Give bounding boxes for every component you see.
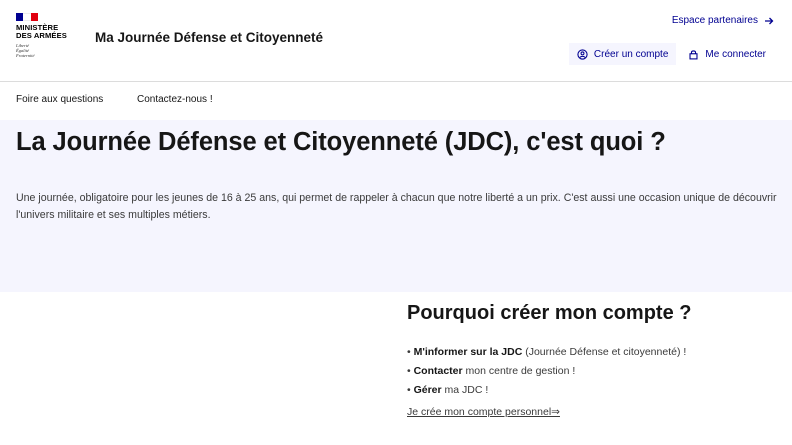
why-title: Pourquoi créer mon compte ? — [407, 302, 692, 324]
list-item: • Gérer ma JDC ! — [407, 384, 489, 396]
arrow-right-icon — [765, 17, 774, 24]
user-circle-icon — [577, 48, 588, 60]
main-nav: Foire aux questions Contactez-nous ! — [0, 82, 792, 120]
hero-description: Une journée, obligatoire pour les jeunes… — [16, 192, 777, 221]
logo-motto: Liberté Égalité Fraternité — [16, 43, 35, 59]
ministry-logo[interactable]: MINISTÈRE DES ARMÉES Liberté Égalité Fra… — [16, 13, 76, 59]
nav-item-faq[interactable]: Foire aux questions — [16, 94, 103, 105]
list-item: • M'informer sur la JDC (Journée Défense… — [407, 346, 687, 358]
site-header: MINISTÈRE DES ARMÉES Liberté Égalité Fra… — [0, 0, 792, 82]
list-item: • Contacter mon centre de gestion ! — [407, 365, 576, 377]
nav-item-contact[interactable]: Contactez-nous ! — [137, 94, 213, 105]
create-account-label: Créer un compte — [593, 48, 669, 60]
partners-link-label: Espace partenaires — [671, 15, 758, 26]
hero-section: La Journée Défense et Citoyenneté (JDC),… — [0, 120, 792, 292]
login-button[interactable]: Me connecter — [680, 43, 774, 65]
why-create-account-section: Pourquoi créer mon compte ? • M'informer… — [407, 302, 787, 419]
login-label: Me connecter — [705, 48, 766, 60]
lock-icon — [689, 49, 698, 59]
benefits-list: • M'informer sur la JDC (Journée Défense… — [407, 343, 787, 400]
create-account-button[interactable]: Créer un compte — [568, 43, 677, 65]
site-title[interactable]: Ma Journée Défense et Citoyenneté — [95, 30, 323, 45]
partners-link[interactable]: Espace partenaires — [672, 15, 774, 26]
hero-title: La Journée Défense et Citoyenneté (JDC),… — [16, 128, 666, 156]
logo-title: MINISTÈRE DES ARMÉES — [16, 23, 67, 40]
french-flag-icon — [16, 13, 38, 21]
header-tools: Créer un compte Me connecter — [568, 43, 774, 65]
create-account-link[interactable]: Je crée mon compte personnel⇒ — [407, 406, 560, 418]
